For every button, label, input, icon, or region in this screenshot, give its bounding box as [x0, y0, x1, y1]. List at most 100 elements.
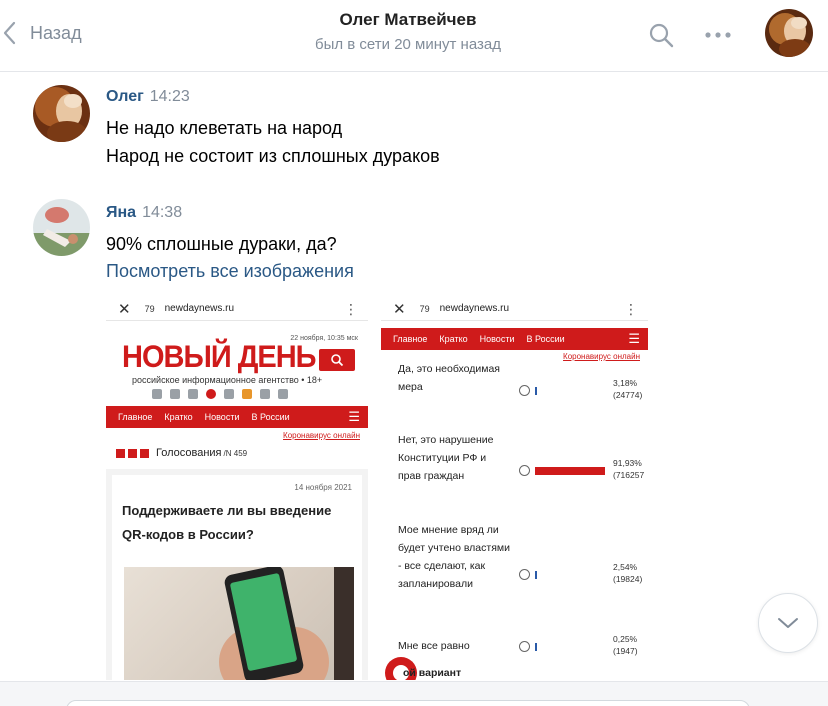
radio-icon	[519, 569, 530, 580]
poll-date: 14 ноября 2021	[294, 483, 352, 492]
square-icon	[140, 448, 149, 458]
url-text: newdaynews.ru	[439, 303, 510, 314]
message-time: 14:38	[142, 204, 183, 221]
poll-option-text: Да, это необходимая мера	[398, 363, 500, 393]
poll-option-percent: 0,25%	[613, 634, 638, 644]
polls-heading: Голосования /N 459	[116, 447, 247, 459]
poll-option-text: Нет, это нарушение Конституции РФ и прав…	[398, 434, 494, 482]
polls-count: /N 459	[223, 448, 248, 458]
chat-title-block[interactable]: Олег Матвейчев был в сети 20 минут назад	[200, 10, 616, 53]
photo-screen	[229, 572, 298, 672]
image-attachment[interactable]: ✕ 79 newdaynews.ru ⋮ 22 ноября, 10:35 мс…	[106, 297, 648, 680]
social-icon	[260, 389, 270, 399]
poll-option-text: Мне все равно	[398, 640, 470, 652]
message-meta: Олег 14:23	[106, 88, 190, 106]
message-author[interactable]: Олег	[106, 88, 144, 105]
message-meta: Яна 14:38	[106, 204, 182, 222]
poll-option-percent: 91,93%	[613, 458, 642, 468]
view-all-images-link[interactable]: Посмотреть все изображения	[106, 261, 354, 282]
avatar[interactable]	[33, 85, 90, 142]
poll-option-votes: (716257	[613, 470, 645, 480]
site-nav: Главное Кратко Новости В России ☰	[381, 328, 648, 350]
message-text: Народ не состоит из сплошных дураков	[106, 146, 440, 166]
back-button[interactable]: Назад	[0, 18, 82, 48]
poll-card: 14 ноября 2021 Поддерживаете ли вы введе…	[112, 475, 362, 680]
chevron-left-icon	[3, 21, 16, 45]
nav-item: В России	[251, 412, 290, 422]
social-icon	[170, 389, 180, 399]
nav-item: Главное	[118, 412, 153, 422]
screenshot-left: ✕ 79 newdaynews.ru ⋮ 22 ноября, 10:35 мс…	[106, 297, 368, 680]
poll-photo	[124, 567, 354, 680]
nav-item: Главное	[393, 334, 428, 344]
poll-option-percent: 3,18%	[613, 378, 638, 388]
chat-header: Назад Олег Матвейчев был в сети 20 минут…	[0, 0, 828, 72]
poll-option-votes: (1947)	[613, 646, 638, 656]
message-text: Не надо клеветать на народ	[106, 118, 343, 138]
contact-avatar[interactable]	[765, 9, 813, 57]
radio-icon	[519, 641, 530, 652]
site-logo: НОВЫЙ ДЕНЬ	[122, 339, 317, 375]
social-icon	[242, 389, 252, 399]
menu-icon: ☰	[348, 409, 360, 424]
message-text: 90% сплошные дураки, да?	[106, 234, 337, 254]
covid-link: Коронавирус онлайн	[283, 431, 360, 440]
social-icon	[206, 389, 216, 399]
online-status: был в сети 20 минут назад	[315, 36, 501, 53]
social-icons	[152, 389, 288, 399]
more-icon: ⋮	[624, 301, 638, 317]
radio-icon	[519, 465, 530, 476]
poll-option-bar	[535, 643, 537, 651]
message-time: 14:23	[149, 88, 190, 105]
poll-option-text: ой вариант	[403, 667, 462, 679]
url-text: newdaynews.ru	[164, 303, 235, 314]
poll-option-text: Мое мнение вряд ли будет учтено властями…	[398, 524, 510, 590]
nav-item: Новости	[479, 334, 515, 344]
back-label: Назад	[30, 22, 82, 43]
screenshot-right: ✕ 79 newdaynews.ru ⋮ Главное Кратко Ново…	[381, 297, 648, 680]
close-icon: ✕	[118, 300, 131, 318]
poll-option-votes: (24774)	[613, 390, 643, 400]
poll-option-bar	[535, 571, 537, 579]
message-input[interactable]	[66, 700, 750, 706]
browser-bar: ✕ 79 newdaynews.ru ⋮	[381, 297, 648, 321]
polls-title: Голосования	[156, 447, 222, 459]
social-icon	[224, 389, 234, 399]
search-icon[interactable]	[648, 22, 676, 50]
nav-item: Новости	[204, 412, 240, 422]
message-item: Олег 14:23 Не надо клеветать на народ Нар…	[0, 82, 828, 182]
signal-indicator: 79	[144, 303, 155, 314]
chevron-down-icon	[778, 618, 798, 628]
poll-option-votes: (19824)	[613, 574, 643, 584]
avatar[interactable]	[33, 199, 90, 256]
chat-window: Назад Олег Матвейчев был в сети 20 минут…	[0, 0, 828, 706]
poll-option-percent: 2,54%	[613, 562, 638, 572]
poll-question: Поддерживаете ли вы введение QR-кодов в …	[122, 503, 332, 542]
signal-indicator: 79	[419, 303, 430, 314]
browser-bar: ✕ 79 newdaynews.ru ⋮	[106, 297, 368, 321]
menu-icon: ☰	[628, 331, 640, 346]
social-icon	[278, 389, 288, 399]
poll-option-bar	[535, 387, 537, 395]
nav-item: Кратко	[164, 412, 193, 422]
site-subtitle: российское информационное агентство • 18…	[132, 375, 323, 385]
square-icon	[128, 448, 137, 458]
nav-item: В России	[526, 334, 565, 344]
square-icon	[116, 448, 125, 458]
message-author[interactable]: Яна	[106, 204, 136, 221]
social-icon	[188, 389, 198, 399]
poll-option-bar	[535, 467, 605, 475]
radio-icon	[519, 385, 530, 396]
search-icon	[319, 349, 355, 371]
close-icon: ✕	[393, 300, 406, 318]
site-nav: Главное Кратко Новости В России ☰	[106, 406, 368, 428]
scroll-down-button[interactable]	[758, 593, 818, 653]
message-item: Яна 14:38 90% сплошные дураки, да? Посмот…	[0, 198, 828, 288]
social-icon	[152, 389, 162, 399]
more-icon[interactable]	[700, 25, 736, 45]
more-icon: ⋮	[344, 301, 358, 317]
nav-item: Кратко	[439, 334, 468, 344]
contact-name: Олег Матвейчев	[339, 10, 477, 29]
covid-link: Коронавирус онлайн	[563, 352, 640, 361]
photo-edge	[334, 567, 354, 680]
